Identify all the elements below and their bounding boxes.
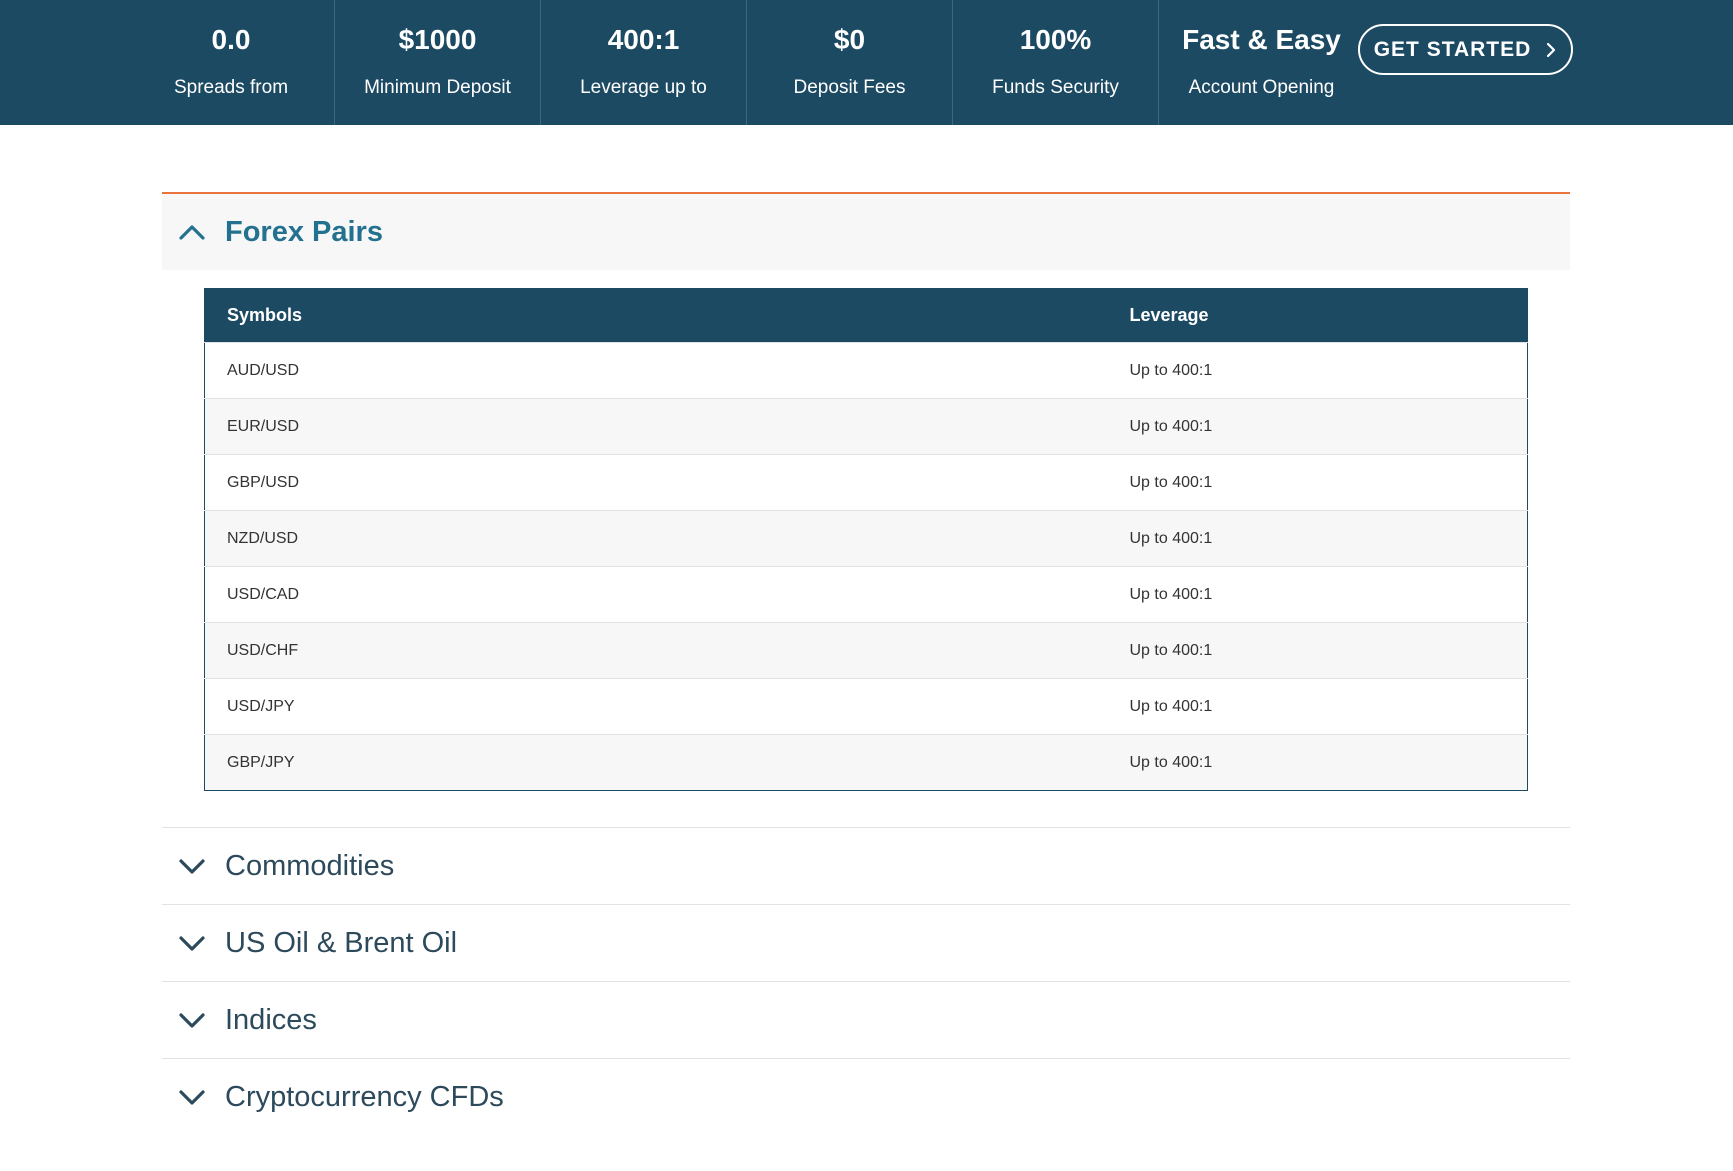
accordion-title: Commodities	[225, 849, 395, 882]
accordion-header-us-oil-brent-oil[interactable]: US Oil & Brent Oil	[162, 904, 1570, 981]
column-header-symbols: Symbols	[204, 288, 1130, 343]
leverage-cell: Up to 400:1	[1129, 622, 1528, 679]
chevron-right-icon	[1547, 42, 1556, 57]
stat-value: $0	[833, 24, 866, 55]
leverage-cell: Up to 400:1	[1129, 566, 1528, 623]
chevron-down-icon	[179, 1090, 205, 1105]
accordion-header-commodities[interactable]: Commodities	[162, 827, 1570, 904]
leverage-accordion: Forex Pairs Symbols Leverage AUD/USD Up …	[162, 192, 1570, 1135]
stat-value: 400:1	[607, 24, 680, 55]
stat-spreads: 0.0 Spreads from	[128, 0, 334, 125]
leverage-cell: Up to 400:1	[1129, 510, 1528, 567]
chevron-down-icon	[179, 936, 205, 951]
column-header-leverage: Leverage	[1129, 288, 1528, 343]
symbol-cell: USD/JPY	[204, 678, 1130, 735]
leverage-table: Symbols Leverage AUD/USD Up to 400:1 EUR…	[204, 288, 1528, 791]
accordion-title: Indices	[225, 1003, 317, 1036]
stat-value: 100%	[1019, 24, 1092, 55]
table-row: USD/CHF Up to 400:1	[204, 622, 1528, 679]
stat-label: Spreads from	[173, 77, 289, 98]
table-row: GBP/JPY Up to 400:1	[204, 734, 1528, 791]
stat-label: Leverage up to	[580, 77, 707, 98]
stat-deposit-fees: $0 Deposit Fees	[746, 0, 952, 125]
stat-funds-security: 100% Funds Security	[952, 0, 1158, 125]
chevron-down-icon	[179, 1013, 205, 1028]
stat-account-opening: Fast & Easy Account Opening	[1158, 0, 1364, 125]
table-row: NZD/USD Up to 400:1	[204, 510, 1528, 567]
stat-label: Funds Security	[992, 77, 1119, 98]
symbol-cell: GBP/USD	[204, 454, 1130, 511]
chevron-down-icon	[179, 859, 205, 874]
accordion-panel-forex-pairs: Symbols Leverage AUD/USD Up to 400:1 EUR…	[162, 270, 1570, 827]
leverage-cell: Up to 400:1	[1129, 678, 1528, 735]
table-row: AUD/USD Up to 400:1	[204, 342, 1528, 399]
accordion-header-forex-pairs[interactable]: Forex Pairs	[162, 192, 1570, 270]
accordion-title: US Oil & Brent Oil	[225, 926, 458, 959]
stat-label: Account Opening	[1188, 77, 1335, 98]
symbol-cell: USD/CHF	[204, 622, 1130, 679]
get-started-button[interactable]: GET STARTED	[1358, 24, 1573, 75]
symbol-cell: AUD/USD	[204, 342, 1130, 399]
stat-value: $1000	[398, 24, 477, 55]
accordion-header-cryptocurrency-cfds[interactable]: Cryptocurrency CFDs	[162, 1058, 1570, 1135]
leverage-cell: Up to 400:1	[1129, 734, 1528, 791]
symbol-cell: USD/CAD	[204, 566, 1130, 623]
stat-label: Minimum Deposit	[364, 77, 511, 98]
table-header-row: Symbols Leverage	[204, 288, 1528, 343]
accordion-title: Forex Pairs	[225, 215, 383, 248]
stat-value: Fast & Easy	[1182, 24, 1341, 55]
table-row: EUR/USD Up to 400:1	[204, 398, 1528, 455]
leverage-cell: Up to 400:1	[1129, 342, 1528, 399]
table-row: USD/JPY Up to 400:1	[204, 678, 1528, 735]
leverage-cell: Up to 400:1	[1129, 454, 1528, 511]
chevron-up-icon	[179, 225, 205, 240]
accordion-title: Cryptocurrency CFDs	[225, 1080, 504, 1113]
stat-minimum-deposit: $1000 Minimum Deposit	[334, 0, 540, 125]
accordion-header-indices[interactable]: Indices	[162, 981, 1570, 1058]
symbol-cell: EUR/USD	[204, 398, 1130, 455]
stat-value: 0.0	[211, 24, 251, 55]
stat-leverage: 400:1 Leverage up to	[540, 0, 746, 125]
leverage-cell: Up to 400:1	[1129, 398, 1528, 455]
symbol-cell: NZD/USD	[204, 510, 1130, 567]
table-row: GBP/USD Up to 400:1	[204, 454, 1528, 511]
symbol-cell: GBP/JPY	[204, 734, 1130, 791]
stat-label: Deposit Fees	[793, 77, 906, 98]
table-row: USD/CAD Up to 400:1	[204, 566, 1528, 623]
stats-bar: 0.0 Spreads from $1000 Minimum Deposit 4…	[0, 0, 1733, 125]
get-started-label: GET STARTED	[1373, 37, 1532, 61]
